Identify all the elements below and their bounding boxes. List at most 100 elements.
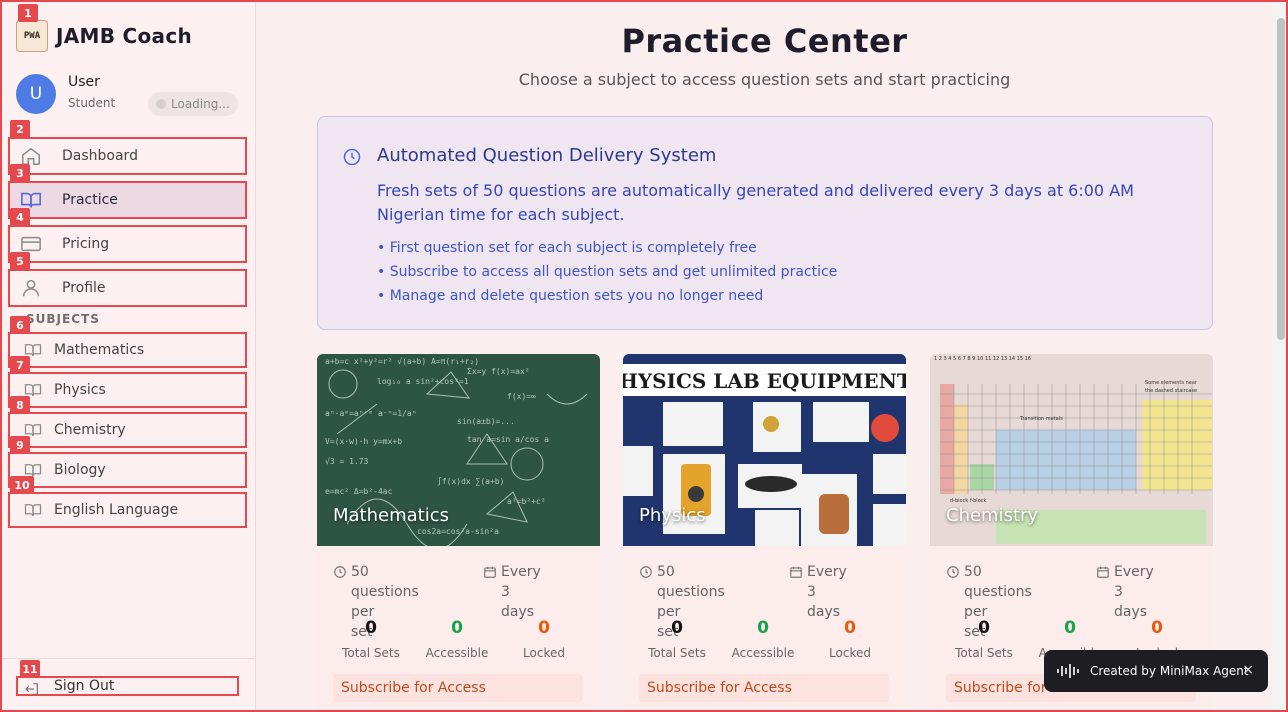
annotation-badge: 9 (10, 436, 30, 454)
svg-text:aⁿ·aᵐ=aⁿ⁺ᵐ a⁻ⁿ=1/aⁿ: aⁿ·aᵐ=aⁿ⁺ᵐ a⁻ⁿ=1/aⁿ (325, 409, 417, 418)
calendar-icon (483, 565, 497, 579)
subjects-section-label: SUBJECTS (26, 312, 100, 326)
annotation-badge: 2 (10, 120, 30, 138)
app-title: JAMB Coach (56, 24, 193, 48)
subject-label: Mathematics (54, 342, 145, 358)
per-set-line1: 50 questions per (964, 564, 1032, 620)
frequency-line1: Every 3 (807, 564, 847, 600)
svg-text:d-block f-block: d-block f-block (950, 498, 986, 504)
nav-item-profile[interactable]: Profile (8, 269, 247, 307)
sidebar-divider (0, 658, 256, 659)
locked-label: Locked (829, 646, 871, 660)
accessible-value: 0 (451, 618, 463, 638)
info-bullet: • Subscribe to access all question sets … (377, 264, 838, 280)
subscribe-button[interactable]: Subscribe for Access (639, 674, 889, 702)
annotation-badge: 7 (10, 356, 30, 374)
locked-value: 0 (538, 618, 550, 638)
locked-value: 0 (1151, 618, 1163, 638)
minimax-agent-toast: Created by MiniMax Agent × (1044, 650, 1268, 692)
clock-icon (639, 565, 653, 579)
accessible-label: Accessible (731, 646, 795, 660)
sidebar-item-biology[interactable]: Biology (8, 452, 247, 488)
sign-out-label: Sign Out (54, 678, 115, 694)
svg-text:sin(a±b)=...: sin(a±b)=... (457, 417, 515, 426)
page-scrollbar[interactable] (1272, 0, 1288, 712)
calendar-icon (1096, 565, 1110, 579)
user-profile-summary: U User Student Loading... (16, 72, 240, 116)
card-title: Chemistry (946, 505, 1039, 526)
locked-value: 0 (844, 618, 856, 638)
subject-label: English Language (54, 502, 179, 518)
info-bullet: • First question set for each subject is… (377, 240, 757, 256)
annotation-badge: 4 (10, 208, 30, 226)
total-sets-label: Total Sets (342, 646, 400, 660)
user-name: User (68, 74, 100, 90)
nav-label: Practice (62, 192, 118, 208)
user-icon (20, 277, 42, 299)
user-role: Student (68, 96, 116, 110)
svg-text:log₁₀ a sin²+cos²=1: log₁₀ a sin²+cos²=1 (377, 377, 469, 386)
svg-text:1 2 3 4 5: 1 2 3 4 5 6 7 8 9 10 11 12 13 14 15 16 (934, 356, 1031, 362)
svg-text:a+b=c x²+y²=r² √(a+b) A=π(r: a+b=c x²+y²=r² √(a+b) A=π(r₁+r₂) (325, 357, 479, 366)
nav-item-pricing[interactable]: Pricing (8, 225, 247, 263)
info-panel: Automated Question Delivery System Fresh… (317, 116, 1213, 330)
svg-text:Some elements near: Some elements near (1145, 380, 1198, 386)
audio-wave-icon (1056, 663, 1080, 679)
clock-icon (333, 565, 347, 579)
annotation-badge: 6 (10, 316, 30, 334)
app-logo: PWA (16, 20, 48, 52)
sidebar-item-mathematics[interactable]: Mathematics (8, 332, 247, 368)
subscription-status-badge: Loading... (148, 92, 238, 116)
toast-text: Created by MiniMax Agent (1090, 664, 1249, 678)
subject-label: Chemistry (54, 422, 126, 438)
status-text: Loading... (171, 97, 230, 111)
avatar: U (16, 74, 56, 114)
sidebar-item-english-language[interactable]: English Language (8, 492, 247, 528)
sidebar-item-chemistry[interactable]: Chemistry (8, 412, 247, 448)
nav-item-dashboard[interactable]: Dashboard (8, 137, 247, 175)
per-set-line1: 50 questions per (657, 564, 725, 620)
svg-text:Σx=y f(x)=ax²: Σx=y f(x)=ax² (467, 367, 530, 376)
total-sets-value: 0 (978, 618, 990, 638)
svg-text:a²=b²+c²: a²=b²+c² (507, 497, 546, 506)
locked-stat: 0 Locked (808, 618, 892, 660)
locked-stat: 0 Locked (502, 618, 586, 660)
banner-text: HYSICS LAB EQUIPMENT (623, 369, 906, 393)
accessible-stat: 0 Accessible (415, 618, 499, 660)
nav-label: Dashboard (62, 148, 138, 164)
total-sets-label: Total Sets (648, 646, 706, 660)
nav-label: Profile (62, 280, 106, 296)
annotation-badge: 3 (10, 164, 30, 182)
total-sets-stat: 0 Total Sets (329, 618, 413, 660)
brand[interactable]: PWA JAMB Coach (16, 20, 192, 52)
page-subtitle: Choose a subject to access question sets… (518, 70, 1011, 89)
subject-card-physics[interactable]: HYSICS LAB EQUIPMENT Physics 50 question… (623, 354, 906, 712)
frequency-line1: Every 3 (1114, 564, 1154, 600)
annotation-badge: 11 (20, 660, 40, 678)
svg-text:V=(x·w)·h y=mx+b: V=(x·w)·h y=mx+b (325, 437, 402, 446)
accessible-label: Accessible (425, 646, 489, 660)
subject-card-mathematics[interactable]: a+b=c x²+y²=r² √(a+b) A=π(r₁+r₂) Σx=y f(… (317, 354, 600, 712)
close-icon[interactable]: × (1242, 662, 1254, 678)
svg-text:tan a=sin a/cos a: tan a=sin a/cos a (467, 435, 549, 444)
nav-item-practice[interactable]: Practice (8, 181, 247, 219)
frequency-line1: Every 3 (501, 564, 541, 600)
page-title: Practice Center (621, 22, 908, 60)
nav-label: Pricing (62, 236, 110, 252)
sign-out-button[interactable]: Sign Out (16, 676, 239, 696)
locked-label: Locked (523, 646, 565, 660)
sidebar-item-physics[interactable]: Physics (8, 372, 247, 408)
accessible-value: 0 (757, 618, 769, 638)
subscribe-button[interactable]: Subscribe for Access (333, 674, 583, 702)
scrollbar-thumb[interactable] (1277, 18, 1285, 340)
subject-label: Physics (54, 382, 106, 398)
main-content: Practice Center Choose a subject to acce… (257, 0, 1272, 712)
info-bullets: • First question set for each subject is… (377, 239, 837, 311)
total-sets-label: Total Sets (955, 646, 1013, 660)
per-set-line1: 50 questions per (351, 564, 419, 620)
card-title: Mathematics (333, 505, 449, 526)
annotation-badge: 10 (10, 476, 34, 494)
sidebar: 1 PWA JAMB Coach U User Student Loading.… (0, 0, 256, 712)
svg-text:∫f(x)dx ∑(a+b): ∫f(x)dx ∑(a+b) (437, 477, 504, 486)
accessible-stat: 0 Accessible (721, 618, 805, 660)
